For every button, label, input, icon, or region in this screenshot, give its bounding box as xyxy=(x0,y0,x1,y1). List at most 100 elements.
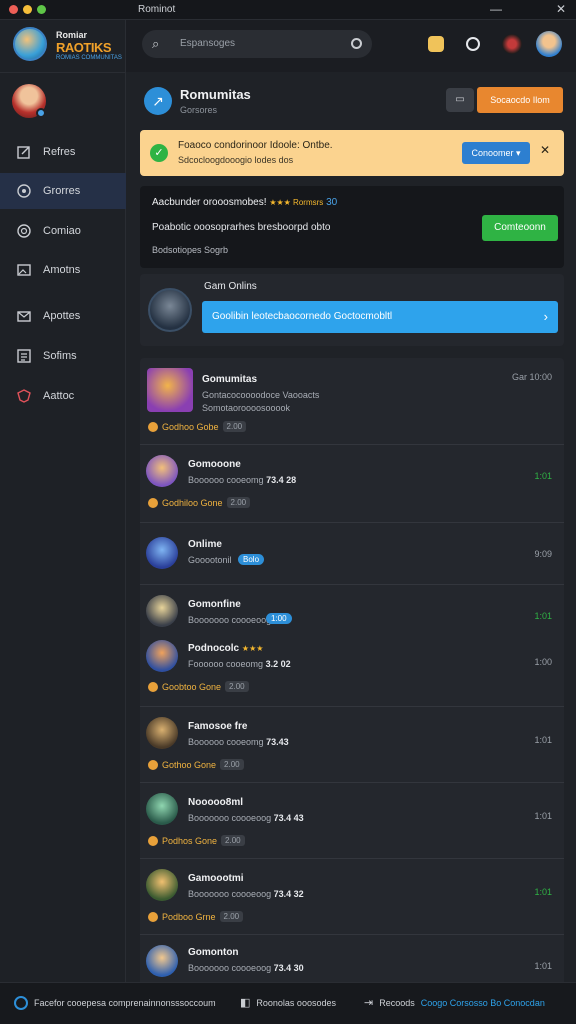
list-item[interactable]: Famosoe fre Boooooo cooeomg 73.43 Gothoo… xyxy=(140,707,564,783)
header-action-button[interactable]: Socaocdo Ilom xyxy=(477,87,563,113)
row-title: Gomonton xyxy=(188,947,239,958)
nav-label: Grorres xyxy=(43,185,81,197)
close-icon[interactable]: ✕ xyxy=(556,2,566,16)
mail-icon xyxy=(16,308,32,324)
list-item[interactable]: Gomonfine Booooooo coooeoog 1:00 1:01 Po… xyxy=(140,585,564,707)
nav-label: Aattoc xyxy=(43,390,75,402)
nav-item-sofims[interactable]: Sofims xyxy=(0,338,126,374)
online-user-avatar[interactable] xyxy=(148,288,192,332)
tag-label: Godhoo Gobe xyxy=(162,421,219,432)
account-avatar[interactable] xyxy=(536,31,562,57)
nav-item-grorres[interactable]: Grorres xyxy=(0,173,126,209)
close-icon[interactable]: ✕ xyxy=(540,143,550,157)
promo-text: Poabotic ooosoprarhes bresboorpd obto xyxy=(152,222,331,233)
bottom-bar: Facefor cooepesa comprenainnonsssoccoum … xyxy=(0,982,576,1024)
logo-avatar xyxy=(13,27,47,61)
row-tag: Godhiloo Gone 2.00 xyxy=(148,497,251,508)
promo-title: Aacbunder orooosmobes! ★★★ Rormsrs 30 xyxy=(152,197,337,208)
row-tag: Godhoo Gobe 2.00 xyxy=(148,421,247,432)
filter-icon[interactable] xyxy=(351,38,362,49)
online-status-icon xyxy=(36,108,46,118)
edit-icon xyxy=(16,144,32,160)
bottom-label: Roonolas ooosodes xyxy=(256,997,336,1008)
row-number: 73.4 30 xyxy=(273,963,304,973)
notice-dropdown-button[interactable]: Conoomer ▾ xyxy=(462,142,530,164)
app-logo[interactable]: Romiar RAOTIKS ROMIAS COMMUNITAS xyxy=(10,25,122,71)
maximize-dot[interactable] xyxy=(37,5,46,14)
minimize-icon[interactable]: — xyxy=(490,2,502,16)
row-subtitle-text: Boooooo cooeomg xyxy=(188,737,264,747)
row-time: 1:01 xyxy=(534,961,552,971)
status-badge: 1:00 xyxy=(266,613,292,624)
list-item[interactable]: Gomooone Boooooo cooeomg 73.4 28 Godhilo… xyxy=(140,445,564,523)
promo-title-text: Aacbunder orooosmobes! xyxy=(152,197,267,208)
row-time: 1:01 xyxy=(534,735,552,745)
bottom-link[interactable]: Coogo Corsosso Bo Conocdan xyxy=(421,998,545,1008)
profile-avatar[interactable] xyxy=(502,34,522,54)
row-title: Gomumitas xyxy=(202,374,258,385)
image-icon xyxy=(16,262,32,278)
row-subtitle: Foooooo cooeomg 3.2 02 xyxy=(188,659,291,669)
row-avatar xyxy=(146,869,178,901)
row-avatar xyxy=(146,945,178,977)
notice-button-label: Conoomer xyxy=(471,148,514,158)
top-bar: ⌕ Espansoges xyxy=(126,20,576,72)
list-item[interactable]: Gomumitas Gontacocoooodoce Vaooacts Somo… xyxy=(140,358,564,445)
logo-text-main: RAOTIKS xyxy=(56,40,112,55)
refresh-icon xyxy=(14,996,28,1010)
document-icon: ◧ xyxy=(240,997,251,1009)
bottom-item-feedback[interactable]: Facefor cooepesa comprenainnonsssoccoum xyxy=(14,996,216,1010)
row-number: 73.4 28 xyxy=(266,475,297,485)
bottom-item-records[interactable]: ⇥ Recoods Coogo Corsosso Bo Conocdan xyxy=(364,996,545,1009)
nav-item-amotns[interactable]: Amotns xyxy=(0,252,126,288)
promo-button[interactable]: Comteoonn xyxy=(482,215,558,241)
page-title: Romumitas xyxy=(180,87,251,102)
row-subtitle: Somotaoroooosooook xyxy=(202,403,291,413)
row-meta: Gar 10:00 xyxy=(511,372,552,382)
logo-text-top: Romiar xyxy=(56,30,88,40)
community-thumbnail xyxy=(147,368,193,412)
tag-label: Gothoo Gone xyxy=(162,759,217,770)
row-avatar xyxy=(146,717,178,749)
nav-item-refres[interactable]: Refres xyxy=(0,134,126,170)
title-bar: Rominot — ✕ xyxy=(0,0,576,20)
row-time: 1:01 xyxy=(534,887,552,897)
coin-icon xyxy=(148,681,158,692)
row-title: Podnocolc ★★★ xyxy=(188,643,263,654)
notice-banner: ✓ Foaoco condorinoor Idoole: Ontbe. Sdco… xyxy=(140,130,564,176)
coin-icon xyxy=(148,497,158,508)
list-item[interactable]: Onlime Gooootonil Bolo 9:09 xyxy=(140,523,564,585)
tag-pill: 2.00 xyxy=(219,911,244,922)
tag-label: Goobtoo Gone xyxy=(162,681,222,692)
games-icon xyxy=(16,183,32,199)
row-title: Gomonfine xyxy=(188,599,241,610)
nav-item-apottes[interactable]: Apottes xyxy=(0,298,126,334)
minimize-dot[interactable] xyxy=(23,5,32,14)
nav-label: Comiao xyxy=(43,225,81,237)
list-item[interactable]: Gamoootmi Booooooo coooeoog 73.4 32 Podb… xyxy=(140,859,564,935)
close-dot[interactable] xyxy=(9,5,18,14)
chevron-right-icon: › xyxy=(543,309,548,324)
row-title: Gomooone xyxy=(188,459,241,470)
promo-subtext: Bodsotiopes Sogrb xyxy=(152,245,229,255)
row-subtitle: Boooooo cooeomg 73.43 xyxy=(188,737,289,747)
menu-icon[interactable]: ▭ xyxy=(446,88,474,112)
online-title: Gam Onlins xyxy=(204,281,257,292)
row-avatar xyxy=(146,793,178,825)
row-time: 1:00 xyxy=(534,657,552,667)
online-action-bar[interactable]: Goolibin leotecbaocornedo Goctocmobltl › xyxy=(202,301,558,333)
list-item[interactable]: Nooooo8ml Booooooo coooeoog 73.4 43 Podh… xyxy=(140,783,564,859)
list-item[interactable]: Gomonton Booooooo coooeoog 73.4 30 1:01 xyxy=(140,935,564,982)
row-avatar xyxy=(146,595,178,627)
nav-label: Refres xyxy=(43,146,76,158)
notifications-icon[interactable] xyxy=(428,36,444,52)
coin-icon xyxy=(148,911,158,922)
nav-item-comiao[interactable]: Comiao xyxy=(0,213,126,249)
window-controls[interactable] xyxy=(9,5,46,14)
row-number: 73.4 32 xyxy=(273,889,304,899)
search-input[interactable]: ⌕ Espansoges xyxy=(142,30,372,58)
bottom-item-resources[interactable]: ◧ Roonolas ooosodes xyxy=(240,996,336,1009)
row-subtitle-text: Booooooo coooeoog xyxy=(188,813,272,823)
messages-icon[interactable] xyxy=(466,37,480,51)
nav-item-aattoc[interactable]: Aattoc xyxy=(0,378,126,414)
